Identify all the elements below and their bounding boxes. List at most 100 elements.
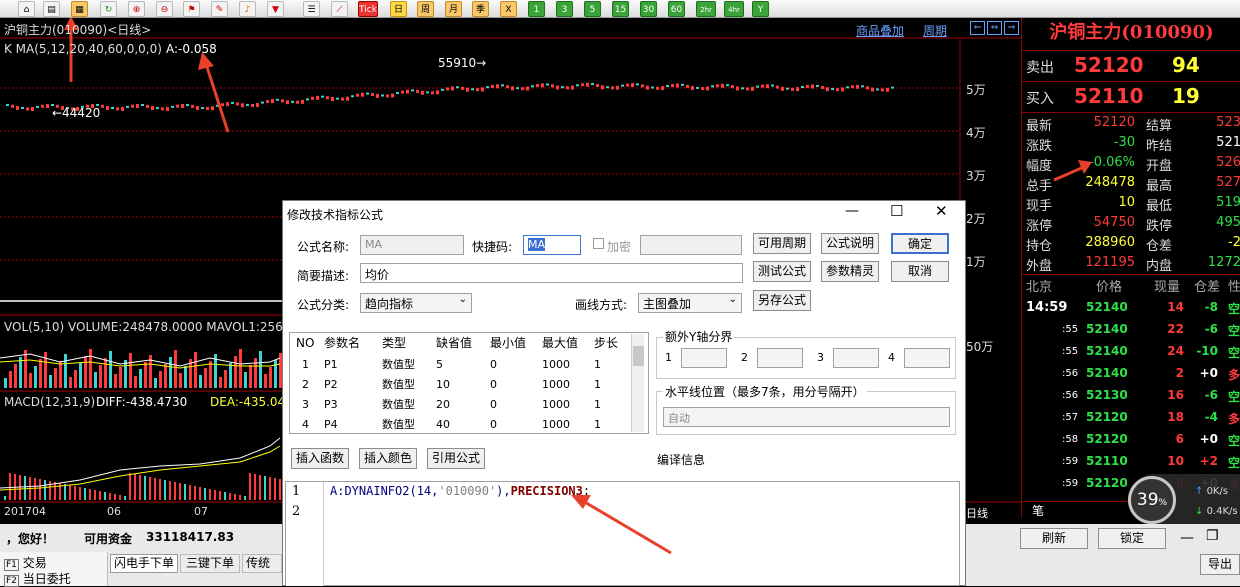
formula-code[interactable]: A:DYNAINFO2(14,'010090'),PRECISION3;: [330, 484, 590, 498]
home-icon[interactable]: ⌂: [18, 1, 35, 17]
params-cell[interactable]: 1: [594, 395, 601, 415]
min60-icon[interactable]: 60: [668, 1, 685, 17]
close-icon[interactable]: ✕: [935, 202, 948, 220]
table-icon[interactable]: ☰: [303, 1, 320, 17]
save-as-button[interactable]: 另存公式: [753, 290, 811, 311]
refresh-button[interactable]: 刷新: [1020, 528, 1088, 549]
zoom-out-icon[interactable]: ⊖: [156, 1, 173, 17]
params-cell[interactable]: 1000: [542, 375, 570, 395]
menu-today-orders[interactable]: F2 当日委托: [4, 570, 71, 587]
bell-icon[interactable]: ♪: [239, 1, 256, 17]
min1-icon[interactable]: 1: [528, 1, 545, 17]
insert-function-button[interactable]: 插入函数: [291, 448, 349, 469]
cancel-button[interactable]: 取消: [891, 261, 949, 282]
params-cell[interactable]: P1: [324, 355, 338, 375]
yaxis-input-4[interactable]: [904, 348, 950, 368]
tab-flash-order[interactable]: 闪电手下单: [110, 554, 178, 573]
filter-icon[interactable]: ▼: [267, 1, 284, 17]
params-cell[interactable]: 2: [302, 375, 309, 395]
params-cell[interactable]: 1: [594, 415, 601, 435]
y-icon[interactable]: Y: [752, 1, 769, 17]
params-cell[interactable]: 0: [490, 395, 497, 415]
params-cell[interactable]: 数值型: [382, 375, 415, 395]
params-cell[interactable]: 10: [436, 375, 450, 395]
scroll-both-icon[interactable]: ⇔: [987, 21, 1002, 35]
category-select[interactable]: 趋向指标⌄: [360, 293, 472, 313]
scroll-right-icon[interactable]: ⇒: [1004, 21, 1019, 35]
h4-icon[interactable]: 4hr: [724, 1, 744, 17]
description-input[interactable]: 均价: [360, 263, 743, 283]
params-cell[interactable]: 数值型: [382, 415, 415, 435]
params-cell[interactable]: 数值型: [382, 395, 415, 415]
tick-icon[interactable]: Tick: [358, 1, 378, 17]
params-cell[interactable]: 1: [594, 375, 601, 395]
lock-button[interactable]: 锁定: [1098, 528, 1166, 549]
refresh-icon[interactable]: ↻: [100, 1, 117, 17]
month-icon[interactable]: 月: [445, 1, 462, 17]
maximize-icon[interactable]: ☐: [890, 202, 903, 220]
zoom-in-icon[interactable]: ⊕: [128, 1, 145, 17]
params-cell[interactable]: 数值型: [382, 355, 415, 375]
draw-mode-select[interactable]: 主图叠加⌄: [638, 293, 742, 313]
week-icon[interactable]: 周: [417, 1, 434, 17]
scroll-left-icon[interactable]: ⇐: [970, 21, 985, 35]
params-cell[interactable]: 0: [490, 375, 497, 395]
params-cell[interactable]: 1000: [542, 355, 570, 375]
password-input[interactable]: [640, 235, 742, 255]
params-cell[interactable]: 1: [594, 355, 601, 375]
params-cell[interactable]: P2: [324, 375, 338, 395]
film-icon[interactable]: ▦: [71, 1, 88, 17]
min5-icon[interactable]: 5: [584, 1, 601, 17]
param-wizard-button[interactable]: 参数精灵: [821, 261, 879, 282]
yaxis-input-3[interactable]: [833, 348, 879, 368]
ok-button[interactable]: 确定: [891, 233, 949, 254]
shortcut-input[interactable]: MA: [523, 235, 581, 255]
params-cell[interactable]: 0: [490, 415, 497, 435]
hline-input[interactable]: 自动: [663, 407, 950, 427]
season-icon[interactable]: 季: [472, 1, 489, 17]
tab-three-key-order[interactable]: 三键下单: [180, 554, 240, 573]
yaxis-input-1[interactable]: [681, 348, 727, 368]
params-cell[interactable]: 0: [490, 355, 497, 375]
period-button[interactable]: 可用周期: [753, 233, 811, 254]
min3-icon[interactable]: 3: [556, 1, 573, 17]
params-cell[interactable]: 40: [436, 415, 450, 435]
params-cell[interactable]: 20: [436, 395, 450, 415]
explain-button[interactable]: 公式说明: [821, 233, 879, 254]
minimize-icon[interactable]: —: [845, 203, 859, 219]
params-cell[interactable]: 1: [302, 355, 309, 375]
ticks-tab[interactable]: 笔: [1032, 502, 1044, 519]
test-button[interactable]: 测试公式: [753, 261, 811, 282]
h2-icon[interactable]: 2hr: [696, 1, 716, 17]
params-table[interactable]: NO参数名类型缺省值最小值最大值步长1P1数值型50100012P2数值型100…: [289, 332, 649, 434]
minimize-icon[interactable]: —: [1180, 530, 1194, 546]
yaxis-input-2[interactable]: [757, 348, 803, 368]
encrypt-checkbox[interactable]: [593, 238, 604, 249]
reference-formula-button[interactable]: 引用公式: [427, 448, 485, 469]
flag-icon[interactable]: ⚑: [183, 1, 200, 17]
params-cell[interactable]: P4: [324, 415, 338, 435]
sell-row[interactable]: 卖出 52120 94: [1022, 50, 1240, 80]
menu-trade[interactable]: F1 交易: [4, 554, 47, 571]
book-icon[interactable]: ▤: [43, 1, 60, 17]
day-icon[interactable]: 日: [390, 1, 407, 17]
period-link[interactable]: 周期: [923, 22, 947, 39]
min30-icon[interactable]: 30: [640, 1, 657, 17]
year-icon[interactable]: X: [500, 1, 517, 17]
overlay-link[interactable]: 商品叠加: [856, 22, 904, 39]
params-scrollbar[interactable]: [631, 334, 644, 432]
params-cell[interactable]: 4: [302, 415, 309, 435]
pencil-icon[interactable]: ✎: [211, 1, 228, 17]
params-cell[interactable]: 1000: [542, 415, 570, 435]
formula-name-input[interactable]: MA: [360, 235, 464, 255]
insert-color-button[interactable]: 插入颜色: [359, 448, 417, 469]
buy-row[interactable]: 买入 52110 19: [1022, 81, 1240, 111]
params-cell[interactable]: P3: [324, 395, 338, 415]
params-cell[interactable]: 1000: [542, 395, 570, 415]
params-cell[interactable]: 5: [436, 355, 443, 375]
min15-icon[interactable]: 15: [612, 1, 629, 17]
tab-classic-order[interactable]: 传统下: [242, 554, 282, 573]
restore-icon[interactable]: ❐: [1206, 528, 1219, 544]
line-chart-icon[interactable]: ⟋: [331, 1, 348, 17]
export-button[interactable]: 导出: [1200, 554, 1240, 575]
